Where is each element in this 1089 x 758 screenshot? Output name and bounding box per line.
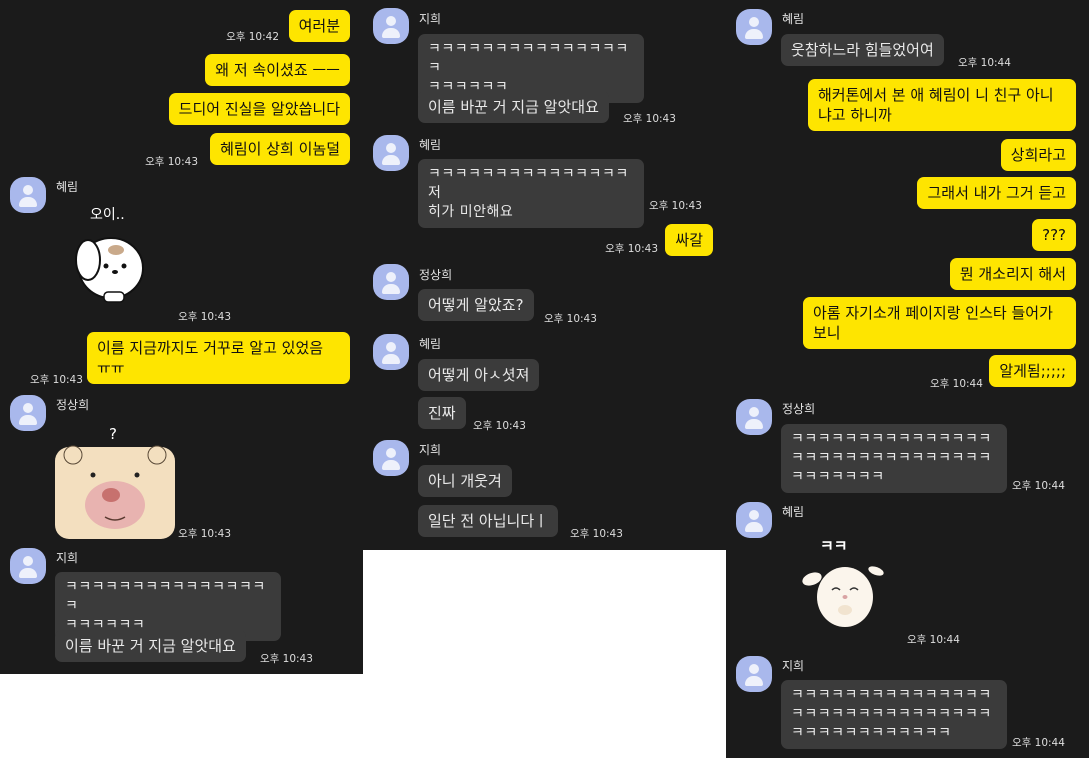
message-time: 오후 10:43 (649, 200, 702, 212)
avatar[interactable] (10, 177, 46, 213)
sender-name: 혜림 (419, 337, 442, 351)
message-time: 오후 10:43 (178, 528, 231, 540)
avatar[interactable] (10, 548, 46, 584)
message-time: 오후 10:42 (226, 31, 279, 43)
message-time: 오후 10:43 (260, 653, 313, 665)
message-bubble[interactable]: 아니 개웃겨 (418, 465, 512, 497)
sender-name: 지희 (56, 551, 79, 565)
message-time: 오후 10:44 (1012, 737, 1065, 749)
message-bubble[interactable]: 상희라고 (1000, 139, 1076, 171)
sender-name: 정상희 (782, 402, 816, 416)
message-bubble[interactable]: 혜림이 상희 이놈덜 (210, 133, 350, 165)
message-bubble[interactable]: ㅋㅋㅋㅋㅋㅋㅋㅋㅋㅋㅋㅋㅋㅋㅋ ㅋㅋㅋㅋㅋㅋㅋㅋㅋㅋㅋㅋㅋㅋㅋ ㅋㅋㅋㅋㅋㅋㅋㅋ… (781, 680, 1007, 749)
sender-name: 혜림 (56, 180, 79, 194)
chat-panel-1[interactable]: 여러분 오후 10:42 왜 저 속이셨죠 ㅡㅡ 드디어 진실을 알았씁니다 혜… (0, 0, 363, 674)
message-bubble[interactable]: 왜 저 속이셨죠 ㅡㅡ (205, 54, 350, 86)
avatar[interactable] (373, 8, 409, 44)
avatar[interactable] (373, 334, 409, 370)
message-time: 오후 10:43 (145, 156, 198, 168)
message-bubble[interactable]: 웃참하느라 힘들었어여 (781, 34, 944, 66)
message-bubble[interactable]: 알게됨;;;;; (989, 355, 1076, 387)
avatar[interactable] (736, 399, 772, 435)
avatar[interactable] (736, 9, 772, 45)
sender-name: 정상희 (56, 398, 90, 412)
sender-name: 혜림 (419, 138, 442, 152)
message-bubble[interactable]: 아롬 자기소개 페이지랑 인스타 들어가 보니 (803, 297, 1076, 349)
avatar[interactable] (373, 440, 409, 476)
message-bubble[interactable]: 어떻게 아ㅅ셧져 (418, 359, 540, 391)
message-time: 오후 10:44 (1012, 480, 1065, 492)
avatar[interactable] (373, 264, 409, 300)
message-time: 오후 10:43 (623, 113, 676, 125)
message-bubble[interactable]: 그래서 내가 그거 듣고 (917, 177, 1076, 209)
sender-name: 정상희 (419, 268, 453, 282)
message-bubble[interactable]: 일단 전 아닙니다ㅣ (418, 505, 558, 537)
message-bubble[interactable]: 어떻게 알았죠? (418, 289, 534, 321)
message-time: 오후 10:43 (178, 311, 231, 323)
message-time: 오후 10:44 (907, 634, 960, 646)
bunny-sticker: ㅋㅋ (800, 535, 890, 633)
message-bubble[interactable]: 이름 바꾼 거 지금 알앗대요 (55, 630, 246, 662)
message-bubble[interactable]: 드디어 진실을 알았씁니다 (168, 93, 350, 125)
message-bubble[interactable]: ㅋㅋㅋㅋㅋㅋㅋㅋㅋㅋㅋㅋㅋㅋㅋ저 히가 미안해요 (418, 159, 644, 228)
sender-name: 지희 (782, 659, 805, 673)
avatar[interactable] (736, 656, 772, 692)
message-time: 오후 10:44 (930, 378, 983, 390)
chat-panel-3[interactable]: 혜림 웃참하느라 힘들었어여 오후 10:44 해커톤에서 본 애 혜림이 니 … (726, 0, 1089, 758)
avatar[interactable] (373, 135, 409, 171)
bear-sticker: ? (55, 425, 175, 539)
message-time: 오후 10:43 (30, 374, 83, 386)
message-bubble[interactable]: ㅋㅋㅋㅋㅋㅋㅋㅋㅋㅋㅋㅋㅋㅋㅋ ㅋㅋㅋㅋㅋㅋㅋㅋㅋㅋㅋㅋㅋㅋㅋ ㅋㅋㅋㅋㅋㅋㅋ (781, 424, 1007, 493)
sender-name: 지희 (419, 443, 442, 457)
message-time: 오후 10:43 (570, 528, 623, 540)
message-time: 오후 10:43 (473, 420, 526, 432)
message-time: 오후 10:43 (544, 313, 597, 325)
message-bubble[interactable]: 이름 바꾼 거 지금 알앗대요 (418, 91, 609, 123)
message-time: 오후 10:44 (958, 57, 1011, 69)
sender-name: 혜림 (782, 505, 805, 519)
message-bubble[interactable]: 뭔 개소리지 해서 (949, 258, 1076, 290)
message-time: 오후 10:43 (605, 243, 658, 255)
message-bubble[interactable]: 진짜 (418, 397, 466, 429)
avatar[interactable] (10, 395, 46, 431)
sender-name: 혜림 (782, 12, 805, 26)
message-bubble[interactable]: 해커톤에서 본 애 혜림이 니 친구 아니 냐고 하니까 (808, 79, 1076, 131)
sender-name: 지희 (419, 12, 442, 26)
message-bubble[interactable]: 이름 지금까지도 거꾸로 알고 있었음 ㅠㅠ (87, 332, 350, 384)
puppy-sticker: 오이.. (66, 200, 156, 310)
chat-panel-2[interactable]: 지희 ㅋㅋㅋㅋㅋㅋㅋㅋㅋㅋㅋㅋㅋㅋㅋㅋ ㅋㅋㅋㅋㅋㅋ 이름 바꾼 거 지금 알앗… (363, 0, 726, 550)
avatar[interactable] (736, 502, 772, 538)
message-bubble[interactable]: 싸갈 (665, 224, 713, 256)
message-bubble[interactable]: ??? (1032, 219, 1076, 251)
message-bubble[interactable]: 여러분 (288, 10, 350, 42)
